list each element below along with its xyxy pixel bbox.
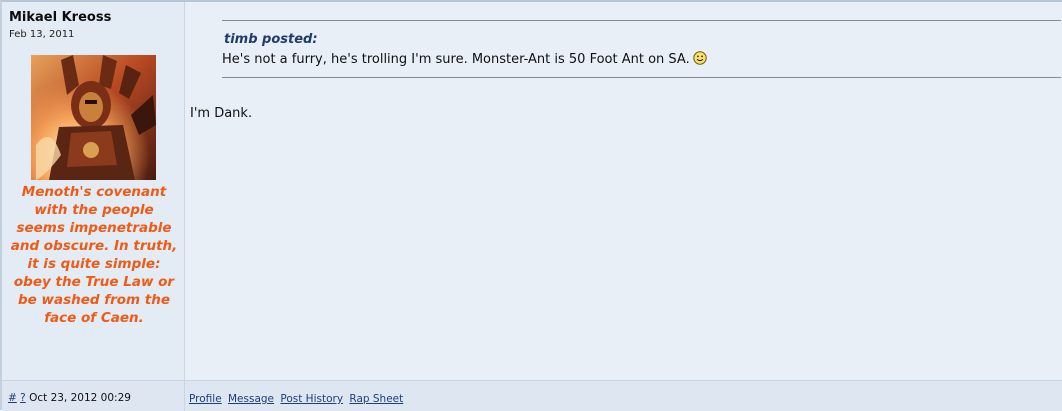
message-link[interactable]: Message <box>228 393 274 405</box>
smiley-icon <box>693 51 707 69</box>
post-permalink[interactable]: # <box>8 392 17 404</box>
profile-link[interactable]: Profile <box>189 393 222 405</box>
post-history-link[interactable]: Post History <box>280 393 343 405</box>
quote-text: He's not a furry, he's trolling I'm sure… <box>222 51 707 69</box>
post-text: I'm Dank. <box>190 106 253 121</box>
post-actions: Profile Message Post History Rap Sheet <box>189 393 406 405</box>
forum-post: Mikael Kreoss Feb 13, 2011 Menoth's cove… <box>0 0 1062 411</box>
quote-text-content: He's not a furry, he's trolling I'm sure… <box>222 52 690 67</box>
quote-block: timb posted: He's not a furry, he's trol… <box>222 20 1061 78</box>
post-meta: # ? Oct 23, 2012 00:29 <box>2 381 185 411</box>
user-info-panel: Mikael Kreoss Feb 13, 2011 Menoth's cove… <box>2 2 185 380</box>
avatar-image <box>31 55 156 180</box>
post-body: timb posted: He's not a furry, he's trol… <box>185 2 1062 380</box>
user-title: Menoth's covenant with the people seems … <box>10 184 178 326</box>
username[interactable]: Mikael Kreoss <box>9 10 111 25</box>
rap-sheet-link[interactable]: Rap Sheet <box>349 393 403 405</box>
quote-author[interactable]: timb posted: <box>224 32 318 47</box>
registration-date: Feb 13, 2011 <box>9 29 75 40</box>
post-timestamp: Oct 23, 2012 00:29 <box>29 392 131 404</box>
avatar <box>31 55 156 180</box>
post-footer: # ? Oct 23, 2012 00:29 Profile Message P… <box>2 380 1062 411</box>
user-posts-link[interactable]: ? <box>20 392 26 404</box>
